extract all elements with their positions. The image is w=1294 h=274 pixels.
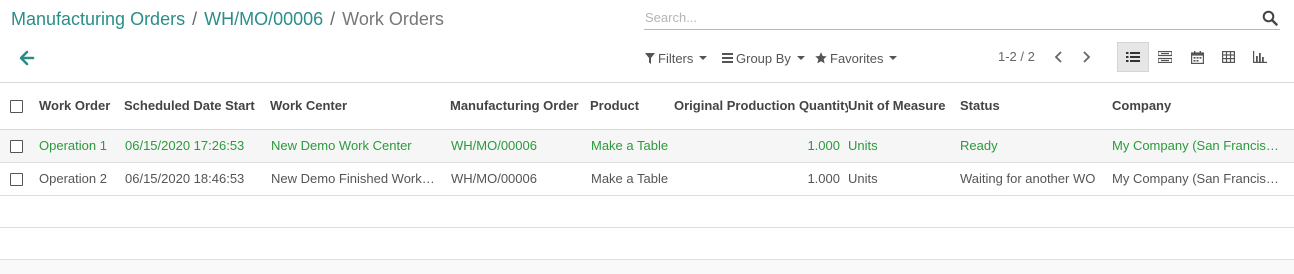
- table-header-row: Work Order Scheduled Date Start Work Cen…: [0, 83, 1294, 130]
- cell-status[interactable]: Ready: [960, 129, 1112, 163]
- graph-view-icon[interactable]: [1244, 42, 1276, 72]
- cell-product[interactable]: Make a Table: [588, 129, 674, 163]
- cell-unit-of-measure[interactable]: Units: [848, 162, 960, 196]
- cell-scheduled-date-start[interactable]: 06/15/2020 18:46:53: [120, 162, 266, 196]
- select-all-checkbox-cell[interactable]: [0, 83, 35, 130]
- column-header-original-production-quantity[interactable]: Original Production Quantity: [674, 83, 848, 130]
- cell-work-center[interactable]: New Demo Work Center: [266, 129, 448, 163]
- group-by-label: Group By: [736, 50, 791, 66]
- cell-work-center[interactable]: New Demo Finished Work Center: [266, 162, 448, 196]
- favorites-label: Favorites: [830, 50, 884, 66]
- chevron-down-icon: [889, 56, 898, 60]
- favorites-button[interactable]: Favorites: [815, 49, 898, 67]
- breadcrumb-mo-reference[interactable]: WH/MO/00006: [204, 9, 323, 30]
- breadcrumb-separator: /: [330, 9, 336, 29]
- list-view-icon[interactable]: [1117, 42, 1149, 72]
- star-icon: [815, 52, 827, 64]
- chevron-left-icon[interactable]: [1053, 49, 1065, 65]
- cell-product[interactable]: Make a Table: [588, 162, 674, 196]
- cell-quantity[interactable]: 1.000: [674, 129, 848, 163]
- cell-status[interactable]: Waiting for another WO: [960, 162, 1112, 196]
- select-all-checkbox[interactable]: [10, 100, 23, 114]
- cell-company[interactable]: My Company (San Francisco): [1112, 162, 1294, 196]
- filters-label: Filters: [658, 50, 694, 66]
- search-icon[interactable]: [1262, 10, 1278, 26]
- breadcrumb: Manufacturing Orders / WH/MO/00006 / Wor…: [11, 9, 444, 30]
- table-row[interactable]: Operation 1 06/15/2020 17:26:53 New Demo…: [0, 129, 1294, 163]
- search-input[interactable]: [644, 6, 1244, 28]
- pivot-view-icon[interactable]: [1212, 42, 1244, 72]
- group-by-button[interactable]: Group By: [722, 49, 805, 67]
- control-panel: Manufacturing Orders / WH/MO/00006 / Wor…: [0, 0, 1294, 83]
- calendar-view-icon[interactable]: [1181, 42, 1213, 72]
- search-bar: [644, 6, 1280, 30]
- row-checkbox[interactable]: [10, 173, 23, 187]
- cell-manufacturing-order[interactable]: WH/MO/00006: [448, 162, 588, 196]
- row-checkbox-cell[interactable]: [0, 162, 35, 196]
- back-arrow-icon[interactable]: [18, 49, 38, 67]
- cell-scheduled-date-start[interactable]: 06/15/2020 17:26:53: [120, 129, 266, 163]
- column-header-scheduled-date-start[interactable]: Scheduled Date Start: [120, 83, 266, 130]
- row-checkbox[interactable]: [10, 140, 23, 154]
- filters-button[interactable]: Filters: [645, 49, 708, 67]
- kanban-view-icon[interactable]: [1149, 42, 1181, 72]
- column-header-company[interactable]: Company: [1112, 83, 1294, 130]
- list-bars-icon: [722, 53, 733, 63]
- breadcrumb-separator: /: [192, 9, 198, 29]
- column-header-work-order[interactable]: Work Order: [35, 83, 120, 130]
- cell-unit-of-measure[interactable]: Units: [848, 129, 960, 163]
- column-header-status[interactable]: Status: [960, 83, 1112, 130]
- chevron-right-icon[interactable]: [1080, 49, 1092, 65]
- pager-value[interactable]: 1-2 / 2: [998, 49, 1035, 64]
- cell-work-order[interactable]: Operation 2: [35, 162, 120, 196]
- breadcrumb-manufacturing-orders[interactable]: Manufacturing Orders: [11, 9, 185, 30]
- empty-table-row: [0, 227, 1294, 260]
- chevron-down-icon: [699, 56, 708, 60]
- page-title: Work Orders: [342, 9, 444, 29]
- cell-manufacturing-order[interactable]: WH/MO/00006: [448, 129, 588, 163]
- column-header-product[interactable]: Product: [588, 83, 674, 130]
- table-row[interactable]: Operation 2 06/15/2020 18:46:53 New Demo…: [0, 162, 1294, 196]
- cell-quantity[interactable]: 1.000: [674, 162, 848, 196]
- empty-table-row: [0, 195, 1294, 228]
- column-header-work-center[interactable]: Work Center: [266, 83, 448, 130]
- filter-icon: [645, 52, 655, 64]
- cell-company[interactable]: My Company (San Francisco): [1112, 129, 1294, 163]
- column-header-manufacturing-order[interactable]: Manufacturing Order: [448, 83, 588, 130]
- chevron-down-icon: [796, 56, 805, 60]
- work-orders-table: Work Order Scheduled Date Start Work Cen…: [0, 83, 1294, 260]
- column-header-unit-of-measure[interactable]: Unit of Measure: [848, 83, 960, 130]
- table-footer-strip: [0, 260, 1294, 274]
- row-checkbox-cell[interactable]: [0, 129, 35, 163]
- cell-work-order[interactable]: Operation 1: [35, 129, 120, 163]
